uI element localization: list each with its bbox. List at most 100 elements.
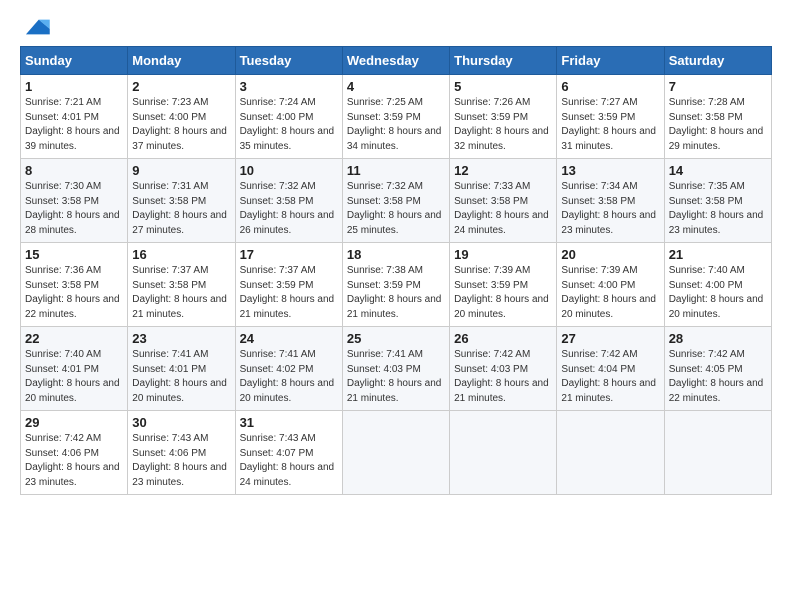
cell-info: Sunrise: 7:27 AM Sunset: 3:59 PM Dayligh… [561,96,659,154]
calendar-cell: 5 Sunrise: 7:26 AM Sunset: 3:59 PM Dayli… [450,75,557,159]
day-number: 7 [669,79,767,94]
cell-info: Sunrise: 7:38 AM Sunset: 3:59 PM Dayligh… [347,264,445,322]
calendar-day-header: Tuesday [235,47,342,75]
day-number: 20 [561,247,659,262]
cell-info: Sunrise: 7:41 AM Sunset: 4:01 PM Dayligh… [132,348,230,406]
day-number: 14 [669,163,767,178]
calendar-cell: 25 Sunrise: 7:41 AM Sunset: 4:03 PM Dayl… [342,327,449,411]
calendar-cell: 24 Sunrise: 7:41 AM Sunset: 4:02 PM Dayl… [235,327,342,411]
calendar-cell: 30 Sunrise: 7:43 AM Sunset: 4:06 PM Dayl… [128,411,235,495]
calendar-cell: 3 Sunrise: 7:24 AM Sunset: 4:00 PM Dayli… [235,75,342,159]
calendar-cell: 31 Sunrise: 7:43 AM Sunset: 4:07 PM Dayl… [235,411,342,495]
day-number: 19 [454,247,552,262]
day-number: 31 [240,415,338,430]
cell-info: Sunrise: 7:24 AM Sunset: 4:00 PM Dayligh… [240,96,338,154]
day-number: 28 [669,331,767,346]
logo-icon [22,16,50,38]
cell-info: Sunrise: 7:41 AM Sunset: 4:02 PM Dayligh… [240,348,338,406]
calendar-cell: 14 Sunrise: 7:35 AM Sunset: 3:58 PM Dayl… [664,159,771,243]
calendar-cell: 27 Sunrise: 7:42 AM Sunset: 4:04 PM Dayl… [557,327,664,411]
calendar-cell [664,411,771,495]
calendar-week-row: 1 Sunrise: 7:21 AM Sunset: 4:01 PM Dayli… [21,75,772,159]
calendar-header-row: SundayMondayTuesdayWednesdayThursdayFrid… [21,47,772,75]
calendar-cell: 12 Sunrise: 7:33 AM Sunset: 3:58 PM Dayl… [450,159,557,243]
cell-info: Sunrise: 7:31 AM Sunset: 3:58 PM Dayligh… [132,180,230,238]
calendar-cell: 28 Sunrise: 7:42 AM Sunset: 4:05 PM Dayl… [664,327,771,411]
day-number: 10 [240,163,338,178]
calendar-cell [342,411,449,495]
calendar-cell: 1 Sunrise: 7:21 AM Sunset: 4:01 PM Dayli… [21,75,128,159]
cell-info: Sunrise: 7:33 AM Sunset: 3:58 PM Dayligh… [454,180,552,238]
calendar-cell: 18 Sunrise: 7:38 AM Sunset: 3:59 PM Dayl… [342,243,449,327]
calendar-cell: 11 Sunrise: 7:32 AM Sunset: 3:58 PM Dayl… [342,159,449,243]
day-number: 17 [240,247,338,262]
day-number: 5 [454,79,552,94]
cell-info: Sunrise: 7:32 AM Sunset: 3:58 PM Dayligh… [347,180,445,238]
day-number: 1 [25,79,123,94]
calendar-cell: 6 Sunrise: 7:27 AM Sunset: 3:59 PM Dayli… [557,75,664,159]
cell-info: Sunrise: 7:41 AM Sunset: 4:03 PM Dayligh… [347,348,445,406]
calendar-day-header: Wednesday [342,47,449,75]
cell-info: Sunrise: 7:25 AM Sunset: 3:59 PM Dayligh… [347,96,445,154]
calendar-cell [557,411,664,495]
cell-info: Sunrise: 7:39 AM Sunset: 4:00 PM Dayligh… [561,264,659,322]
logo [20,16,50,38]
calendar-day-header: Thursday [450,47,557,75]
calendar-cell: 15 Sunrise: 7:36 AM Sunset: 3:58 PM Dayl… [21,243,128,327]
calendar-cell: 29 Sunrise: 7:42 AM Sunset: 4:06 PM Dayl… [21,411,128,495]
calendar-cell: 16 Sunrise: 7:37 AM Sunset: 3:58 PM Dayl… [128,243,235,327]
day-number: 12 [454,163,552,178]
calendar-week-row: 15 Sunrise: 7:36 AM Sunset: 3:58 PM Dayl… [21,243,772,327]
calendar-week-row: 8 Sunrise: 7:30 AM Sunset: 3:58 PM Dayli… [21,159,772,243]
cell-info: Sunrise: 7:36 AM Sunset: 3:58 PM Dayligh… [25,264,123,322]
cell-info: Sunrise: 7:43 AM Sunset: 4:07 PM Dayligh… [240,432,338,490]
cell-info: Sunrise: 7:35 AM Sunset: 3:58 PM Dayligh… [669,180,767,238]
calendar-cell: 20 Sunrise: 7:39 AM Sunset: 4:00 PM Dayl… [557,243,664,327]
day-number: 9 [132,163,230,178]
calendar-cell: 9 Sunrise: 7:31 AM Sunset: 3:58 PM Dayli… [128,159,235,243]
calendar-day-header: Sunday [21,47,128,75]
day-number: 6 [561,79,659,94]
calendar-cell: 2 Sunrise: 7:23 AM Sunset: 4:00 PM Dayli… [128,75,235,159]
calendar-table: SundayMondayTuesdayWednesdayThursdayFrid… [20,46,772,495]
cell-info: Sunrise: 7:21 AM Sunset: 4:01 PM Dayligh… [25,96,123,154]
calendar-cell: 8 Sunrise: 7:30 AM Sunset: 3:58 PM Dayli… [21,159,128,243]
day-number: 13 [561,163,659,178]
calendar-cell: 23 Sunrise: 7:41 AM Sunset: 4:01 PM Dayl… [128,327,235,411]
calendar-cell: 21 Sunrise: 7:40 AM Sunset: 4:00 PM Dayl… [664,243,771,327]
day-number: 27 [561,331,659,346]
cell-info: Sunrise: 7:42 AM Sunset: 4:05 PM Dayligh… [669,348,767,406]
calendar-cell: 17 Sunrise: 7:37 AM Sunset: 3:59 PM Dayl… [235,243,342,327]
day-number: 3 [240,79,338,94]
cell-info: Sunrise: 7:42 AM Sunset: 4:04 PM Dayligh… [561,348,659,406]
day-number: 21 [669,247,767,262]
day-number: 29 [25,415,123,430]
cell-info: Sunrise: 7:40 AM Sunset: 4:00 PM Dayligh… [669,264,767,322]
cell-info: Sunrise: 7:30 AM Sunset: 3:58 PM Dayligh… [25,180,123,238]
cell-info: Sunrise: 7:37 AM Sunset: 3:59 PM Dayligh… [240,264,338,322]
day-number: 15 [25,247,123,262]
day-number: 24 [240,331,338,346]
cell-info: Sunrise: 7:32 AM Sunset: 3:58 PM Dayligh… [240,180,338,238]
cell-info: Sunrise: 7:43 AM Sunset: 4:06 PM Dayligh… [132,432,230,490]
page-header [20,16,772,38]
day-number: 30 [132,415,230,430]
day-number: 23 [132,331,230,346]
calendar-day-header: Monday [128,47,235,75]
calendar-day-header: Friday [557,47,664,75]
calendar-cell [450,411,557,495]
calendar-cell: 10 Sunrise: 7:32 AM Sunset: 3:58 PM Dayl… [235,159,342,243]
day-number: 11 [347,163,445,178]
cell-info: Sunrise: 7:23 AM Sunset: 4:00 PM Dayligh… [132,96,230,154]
calendar-day-header: Saturday [664,47,771,75]
cell-info: Sunrise: 7:26 AM Sunset: 3:59 PM Dayligh… [454,96,552,154]
day-number: 8 [25,163,123,178]
calendar-cell: 22 Sunrise: 7:40 AM Sunset: 4:01 PM Dayl… [21,327,128,411]
cell-info: Sunrise: 7:34 AM Sunset: 3:58 PM Dayligh… [561,180,659,238]
calendar-cell: 7 Sunrise: 7:28 AM Sunset: 3:58 PM Dayli… [664,75,771,159]
day-number: 22 [25,331,123,346]
day-number: 26 [454,331,552,346]
cell-info: Sunrise: 7:28 AM Sunset: 3:58 PM Dayligh… [669,96,767,154]
calendar-cell: 13 Sunrise: 7:34 AM Sunset: 3:58 PM Dayl… [557,159,664,243]
day-number: 4 [347,79,445,94]
